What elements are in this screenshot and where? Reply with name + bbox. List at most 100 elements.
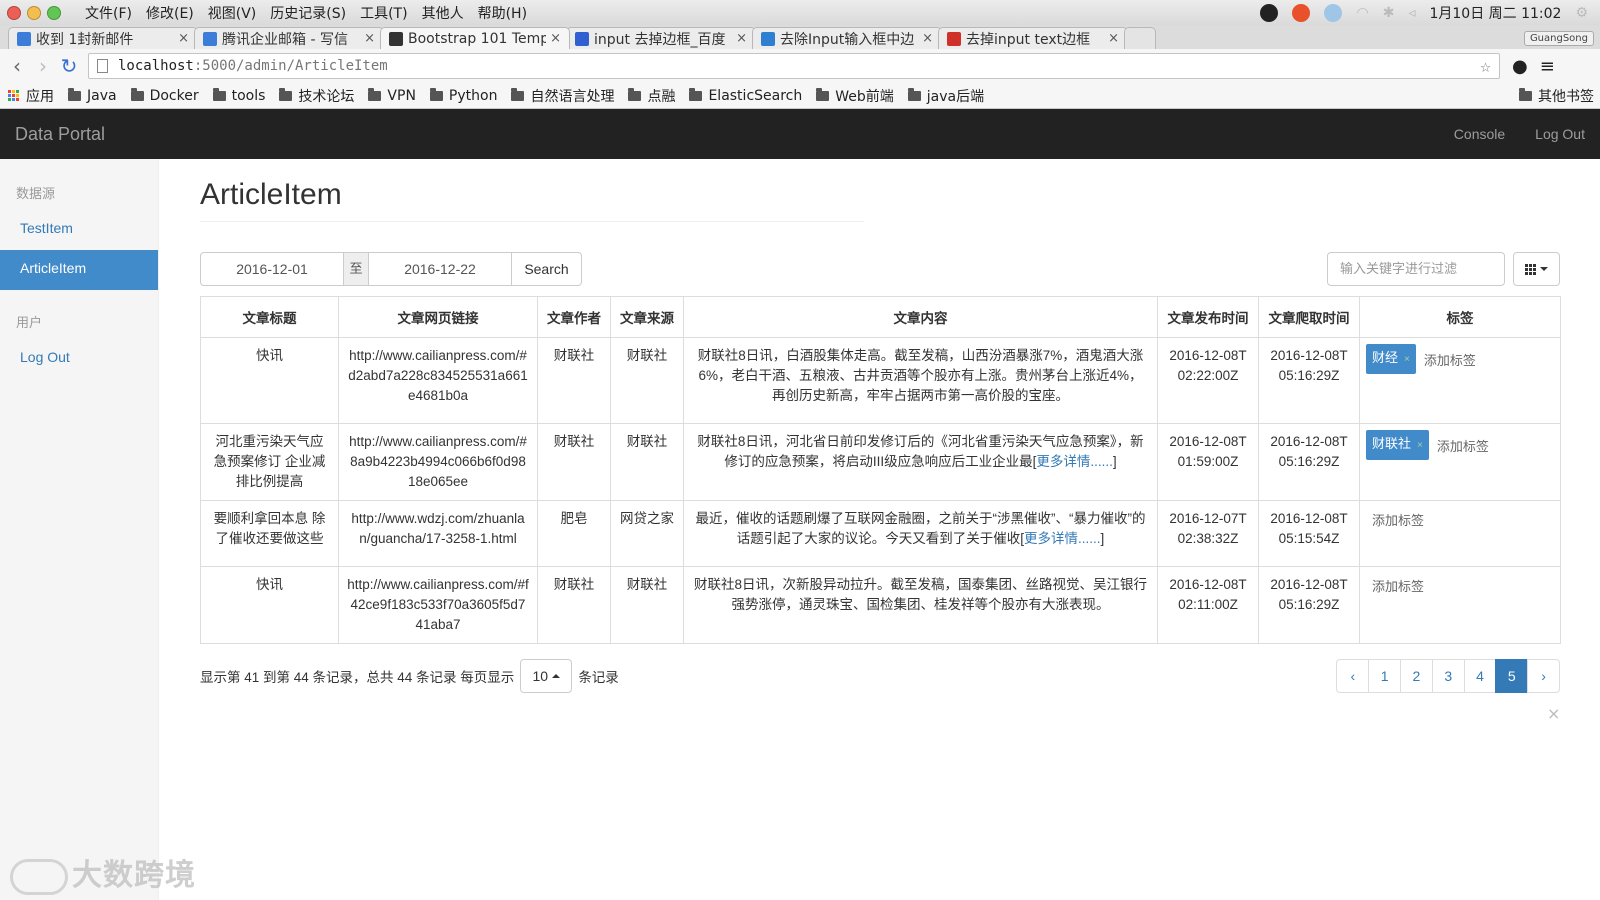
settings-gear-icon[interactable]: ⚙ xyxy=(1575,5,1588,21)
sidebar-section-user: 用户 xyxy=(16,315,43,330)
bookmark-item[interactable]: Java xyxy=(68,87,117,104)
browser-tab[interactable]: Bootstrap 101 Templ × xyxy=(380,27,570,49)
bookmark-item[interactable]: Python xyxy=(429,87,497,104)
filter-input[interactable]: 输入关键字进行过滤 xyxy=(1327,252,1505,286)
menu-icon[interactable]: ≡ xyxy=(1540,56,1555,77)
new-tab-button[interactable] xyxy=(1124,27,1156,49)
sogou-input-icon[interactable] xyxy=(1292,3,1311,22)
tab-close-icon[interactable]: × xyxy=(364,31,375,46)
os-menu-item[interactable]: 历史记录(S) xyxy=(270,3,346,23)
os-menu-item[interactable]: 工具(T) xyxy=(360,3,407,23)
add-tag-button[interactable]: 添加标签 xyxy=(1424,347,1476,371)
column-header[interactable]: 文章内容 xyxy=(683,296,1158,338)
back-arrow-icon[interactable]: ‹ xyxy=(4,54,30,78)
close-icon[interactable]: × xyxy=(1547,704,1560,723)
sidebar-item-testitem[interactable]: TestItem xyxy=(0,210,158,250)
tag-chip[interactable]: 财联社 × xyxy=(1366,430,1429,460)
column-header[interactable]: 文章作者 xyxy=(537,296,611,338)
bookmark-item[interactable]: 点融 xyxy=(628,86,675,106)
page-button-2[interactable]: 2 xyxy=(1400,659,1433,693)
bookmark-item[interactable]: 技术论坛 xyxy=(279,86,354,106)
prev-page-button[interactable]: ‹ xyxy=(1336,659,1370,693)
tag-chip[interactable]: 财经 × xyxy=(1366,344,1416,374)
bookmark-item[interactable]: 应用 xyxy=(8,86,54,106)
bluetooth-icon[interactable]: ✱ xyxy=(1383,5,1395,21)
console-link[interactable]: Console xyxy=(1454,126,1505,142)
column-header[interactable]: 文章爬取时间 xyxy=(1258,296,1360,338)
search-button[interactable]: Search xyxy=(512,252,582,286)
clock[interactable]: 1月10日 周二 11:02 xyxy=(1429,3,1561,23)
navbar-logout-link[interactable]: Log Out xyxy=(1535,126,1585,142)
tab-close-icon[interactable]: × xyxy=(1108,31,1119,46)
next-page-button[interactable]: › xyxy=(1527,659,1560,693)
date-from-input[interactable]: 2016-12-01 xyxy=(200,252,344,286)
page-button-3[interactable]: 3 xyxy=(1431,659,1465,693)
grid-icon xyxy=(1525,263,1536,275)
browser-tab[interactable]: 去除Input输入框中边 × xyxy=(752,27,942,49)
folder-icon xyxy=(212,87,226,101)
brand-title[interactable]: Data Portal xyxy=(15,124,105,145)
weather-icon[interactable] xyxy=(1324,3,1343,22)
bookmark-star-icon[interactable]: ☆ xyxy=(1480,56,1491,77)
tab-favicon-icon xyxy=(389,31,403,46)
page-button-4[interactable]: 4 xyxy=(1463,659,1497,693)
bookmark-item[interactable]: 自然语言处理 xyxy=(511,86,614,106)
column-header[interactable]: 文章来源 xyxy=(610,296,684,338)
browser-tab[interactable]: 收到 1封新邮件 × xyxy=(8,27,198,49)
url-host: localhost xyxy=(118,58,194,74)
tab-close-icon[interactable]: × xyxy=(736,31,747,46)
os-menu-item[interactable]: 文件(F) xyxy=(85,3,132,23)
date-to-input[interactable]: 2016-12-22 xyxy=(368,252,512,286)
browser-tab[interactable]: 腾讯企业邮箱 - 写信 × xyxy=(194,27,384,49)
add-tag-button[interactable]: 添加标签 xyxy=(1437,433,1489,457)
bookmark-item[interactable]: ElasticSearch xyxy=(689,87,802,104)
sidebar-item-logout[interactable]: Log Out xyxy=(0,339,158,379)
volume-icon[interactable]: ◃ xyxy=(1408,5,1415,21)
browser-tab[interactable]: 去掉input text边框 × xyxy=(938,27,1128,49)
os-menu-item[interactable]: 修改(E) xyxy=(146,3,194,23)
os-menu-item[interactable]: 视图(V) xyxy=(208,3,257,23)
tab-close-icon[interactable]: × xyxy=(922,31,933,46)
columns-toggle-button[interactable] xyxy=(1513,252,1560,286)
bookmark-item[interactable]: Docker xyxy=(130,87,199,104)
bookmark-item[interactable]: VPN xyxy=(368,87,416,104)
forward-arrow-icon[interactable]: › xyxy=(30,54,56,78)
sidebar-item-articleitem[interactable]: ArticleItem xyxy=(0,250,158,290)
window-maximize-button[interactable] xyxy=(47,5,61,20)
more-details-link[interactable]: 更多详情...... xyxy=(1024,531,1101,546)
extension-icon[interactable]: ● xyxy=(1512,56,1528,77)
column-header[interactable]: 文章发布时间 xyxy=(1157,296,1259,338)
page-size-dropdown[interactable]: 10 xyxy=(520,659,573,693)
window-minimize-button[interactable] xyxy=(27,5,41,20)
cell-crawled: 2016-12-08T05:16:29Z xyxy=(1258,566,1360,644)
cell-source: 网贷之家 xyxy=(610,500,684,567)
window-close-button[interactable] xyxy=(7,5,21,20)
bookmark-item[interactable]: Web前端 xyxy=(816,86,894,106)
folder-icon xyxy=(816,87,830,101)
add-tag-button[interactable]: 添加标签 xyxy=(1366,507,1424,531)
tab-close-icon[interactable]: × xyxy=(178,31,189,46)
qq-icon[interactable] xyxy=(1260,3,1279,22)
date-range-separator: 至 xyxy=(344,252,368,286)
cell-source: 财联社 xyxy=(610,423,684,501)
bookmark-item[interactable]: tools xyxy=(212,87,265,104)
page-button-5[interactable]: 5 xyxy=(1495,659,1529,693)
address-bar[interactable]: localhost:5000/admin/ArticleItem ☆ xyxy=(88,53,1500,79)
column-header[interactable]: 标签 xyxy=(1359,296,1561,338)
profile-button[interactable]: GuangSong xyxy=(1523,31,1594,46)
wifi-icon[interactable]: ◠ xyxy=(1356,5,1368,21)
browser-tab[interactable]: input 去掉边框_百度 × xyxy=(566,27,756,49)
column-header[interactable]: 文章网页链接 xyxy=(338,296,538,338)
tab-close-icon[interactable]: × xyxy=(550,31,561,46)
reload-icon[interactable]: ↻ xyxy=(56,54,82,78)
add-tag-button[interactable]: 添加标签 xyxy=(1366,573,1424,597)
page-button-1[interactable]: 1 xyxy=(1368,659,1402,693)
os-menu-item[interactable]: 其他人 xyxy=(422,3,464,23)
column-header[interactable]: 文章标题 xyxy=(200,296,339,338)
tag-remove-icon[interactable]: × xyxy=(1404,354,1410,365)
os-menu-item[interactable]: 帮助(H) xyxy=(478,3,527,23)
bookmark-item[interactable]: java后端 xyxy=(907,86,984,106)
tag-remove-icon[interactable]: × xyxy=(1417,440,1423,451)
more-details-link[interactable]: 更多详情...... xyxy=(1036,454,1113,469)
bookmark-other[interactable]: 其他书签 xyxy=(1519,86,1594,106)
